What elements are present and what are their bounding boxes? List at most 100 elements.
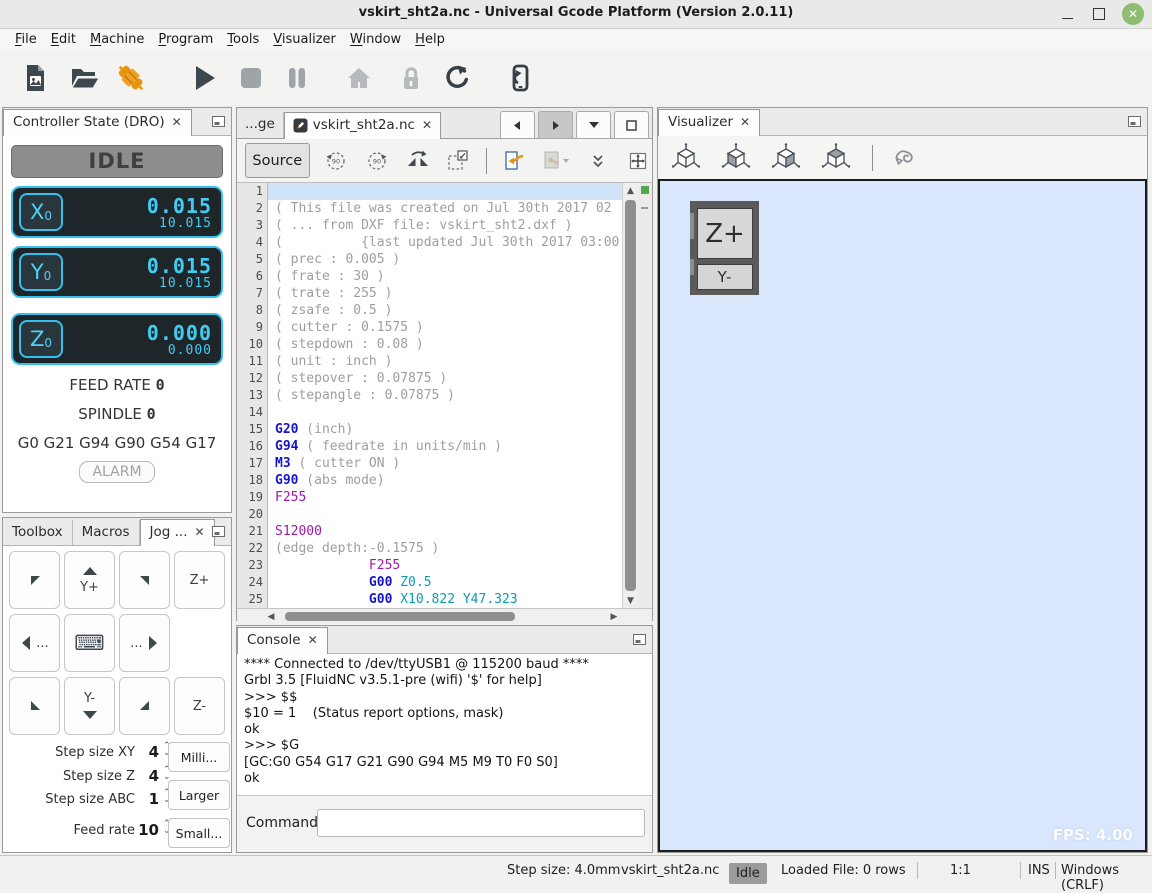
orbit-icon[interactable]	[891, 145, 917, 171]
close-icon[interactable]: ✕	[195, 525, 205, 539]
code-line-7[interactable]: 7 ( trate : 255 )	[237, 285, 652, 302]
tab-visualizer[interactable]: Visualizer ✕	[658, 109, 761, 136]
minimize-panel-icon[interactable]	[212, 526, 225, 537]
code-line-8[interactable]: 8 ( zsafe : 0.5 )	[237, 302, 652, 319]
close-icon[interactable]: ✕	[308, 633, 318, 647]
firmware-reset-icon[interactable]	[502, 60, 536, 96]
code-line-20[interactable]: 20	[237, 506, 652, 523]
minimize-panel-icon[interactable]	[633, 634, 646, 645]
menu-program[interactable]: Program	[151, 32, 220, 47]
code-line-25[interactable]: 25 G00 X10.822 Y47.323	[237, 591, 652, 608]
soft-reset-icon[interactable]	[440, 60, 474, 96]
stepper-value-3[interactable]: 1	[131, 790, 159, 808]
code-line-11[interactable]: 11 ( unit : inch )	[237, 353, 652, 370]
jog-z-neg-button[interactable]: Z-	[174, 677, 225, 735]
open-file-icon[interactable]	[68, 60, 102, 96]
left-view-icon[interactable]	[720, 143, 752, 173]
tab-list-dropdown-button[interactable]	[576, 111, 611, 139]
source-view-button[interactable]: Source	[245, 143, 310, 178]
minimize-panel-icon[interactable]	[212, 116, 225, 127]
stepper-value-1[interactable]: 4	[131, 743, 159, 761]
vertical-scroll-thumb[interactable]	[625, 200, 636, 591]
code-line-17[interactable]: 17 M3 ( cutter ON )	[237, 455, 652, 472]
code-line-21[interactable]: 21 S12000	[237, 523, 652, 540]
code-line-3[interactable]: 3 ( ... from DXF file: vskirt_sht2.dxf )	[237, 217, 652, 234]
code-line-19[interactable]: 19 F255	[237, 489, 652, 506]
collapse-all-icon[interactable]	[584, 146, 612, 176]
top-view-icon[interactable]	[820, 143, 852, 173]
jog-x-neg-y-neg-button[interactable]	[9, 677, 60, 735]
new-file-icon[interactable]	[18, 60, 52, 96]
jog-x-neg-y-pos-button[interactable]	[9, 551, 60, 609]
tab-controller-state[interactable]: Controller State (DRO) ✕	[3, 109, 192, 136]
visualizer-canvas[interactable]: Z+ Y- FPS: 4.00	[658, 179, 1147, 852]
editor-vertical-scrollbar[interactable]: ▲ ▼	[622, 183, 638, 608]
code-line-18[interactable]: 18 G90 (abs mode)	[237, 472, 652, 489]
unlock-icon[interactable]	[394, 60, 428, 96]
gcode-editor[interactable]: 1 2 ( This file was created on Jul 30th 20…	[237, 183, 652, 608]
close-icon[interactable]: ✕	[740, 115, 750, 129]
stepper-value-4[interactable]: 10	[131, 821, 159, 839]
scroll-tabs-right-button[interactable]	[538, 111, 573, 139]
jog-x-pos-y-pos-button[interactable]	[119, 551, 170, 609]
window-maximize-button[interactable]	[1088, 4, 1110, 24]
tab-console[interactable]: Console ✕	[237, 627, 328, 654]
scroll-up-icon[interactable]: ▲	[623, 183, 638, 198]
horizontal-scroll-thumb[interactable]	[285, 612, 515, 621]
orientation-cube-y-face[interactable]: Y-	[697, 264, 753, 290]
stepper-value-2[interactable]: 4	[131, 767, 159, 785]
code-line-16[interactable]: 16 G94 ( feedrate in units/min )	[237, 438, 652, 455]
play-icon[interactable]	[188, 60, 222, 96]
jog-x-neg-button[interactable]: ...	[9, 614, 60, 672]
tab-toolbox[interactable]: Toolbox	[3, 520, 73, 545]
tab-jog-[interactable]: Jog ... ✕	[139, 519, 215, 546]
window-close-button[interactable]: ✕	[1122, 3, 1144, 25]
jog-y-pos-button[interactable]: Y+	[64, 551, 115, 609]
jog-x-pos-y-neg-button[interactable]	[119, 677, 170, 735]
menu-edit[interactable]: Edit	[44, 32, 83, 47]
orientation-cube[interactable]: Z+ Y-	[690, 201, 759, 295]
unit-button-milli[interactable]: Milli...	[168, 742, 230, 772]
close-icon[interactable]: ✕	[172, 115, 182, 129]
code-line-13[interactable]: 13 ( stepangle : 0.07875 )	[237, 387, 652, 404]
unit-button-small[interactable]: Small...	[168, 818, 230, 848]
jog-z-pos-button[interactable]: Z+	[174, 551, 225, 609]
scroll-right-icon[interactable]: ▶	[606, 609, 622, 624]
code-line-2[interactable]: 2 ( This file was created on Jul 30th 201…	[237, 200, 652, 217]
code-line-5[interactable]: 5 ( prec : 0.005 )	[237, 251, 652, 268]
menu-tools[interactable]: Tools	[220, 32, 266, 47]
stop-icon[interactable]	[234, 60, 268, 96]
connect-icon[interactable]	[114, 60, 148, 96]
tab-vskirt-sht2a-nc[interactable]: vskirt_sht2a.nc ✕	[283, 112, 442, 139]
jog-y-neg-button[interactable]: Y-	[64, 677, 115, 735]
command-input[interactable]	[317, 809, 645, 837]
rotate-cw-90-icon[interactable]: 90	[363, 146, 391, 176]
axis-zero-z-button[interactable]: Z0	[19, 320, 63, 358]
iso-view-icon[interactable]	[670, 143, 702, 173]
status-line-ending[interactable]: Windows (CRLF)	[1061, 863, 1152, 893]
code-line-15[interactable]: 15 G20 (inch)	[237, 421, 652, 438]
menu-machine[interactable]: Machine	[83, 32, 151, 47]
minimize-panel-icon[interactable]	[1128, 116, 1141, 127]
rotate-ccw-90-icon[interactable]: 90	[323, 146, 351, 176]
console-output[interactable]: **** Connected to /dev/ttyUSB1 @ 115200 …	[237, 654, 652, 799]
axis-zero-y-button[interactable]: Y0	[19, 253, 63, 291]
code-line-10[interactable]: 10 ( stepdown : 0.08 )	[237, 336, 652, 353]
code-line-23[interactable]: 23 F255	[237, 557, 652, 574]
alarm-button[interactable]: ALARM	[79, 461, 155, 483]
menu-help[interactable]: Help	[408, 32, 452, 47]
code-line-6[interactable]: 6 ( frate : 30 )	[237, 268, 652, 285]
jump-to-line-icon[interactable]	[500, 146, 528, 176]
expand-window-icon[interactable]	[624, 146, 652, 176]
menu-file[interactable]: File	[8, 32, 44, 47]
maximize-editor-button[interactable]	[614, 111, 649, 139]
editor-horizontal-scrollbar[interactable]: ◀ ▶	[237, 608, 652, 624]
scroll-left-icon[interactable]: ◀	[263, 609, 279, 624]
pause-icon[interactable]	[280, 60, 314, 96]
jog-keyboard-button[interactable]: ⌨	[64, 614, 115, 672]
window-minimize-button[interactable]	[1056, 4, 1078, 24]
code-line-14[interactable]: 14	[237, 404, 652, 421]
front-view-icon[interactable]	[770, 143, 802, 173]
scroll-tabs-left-button[interactable]	[500, 111, 535, 139]
menu-window[interactable]: Window	[343, 32, 408, 47]
